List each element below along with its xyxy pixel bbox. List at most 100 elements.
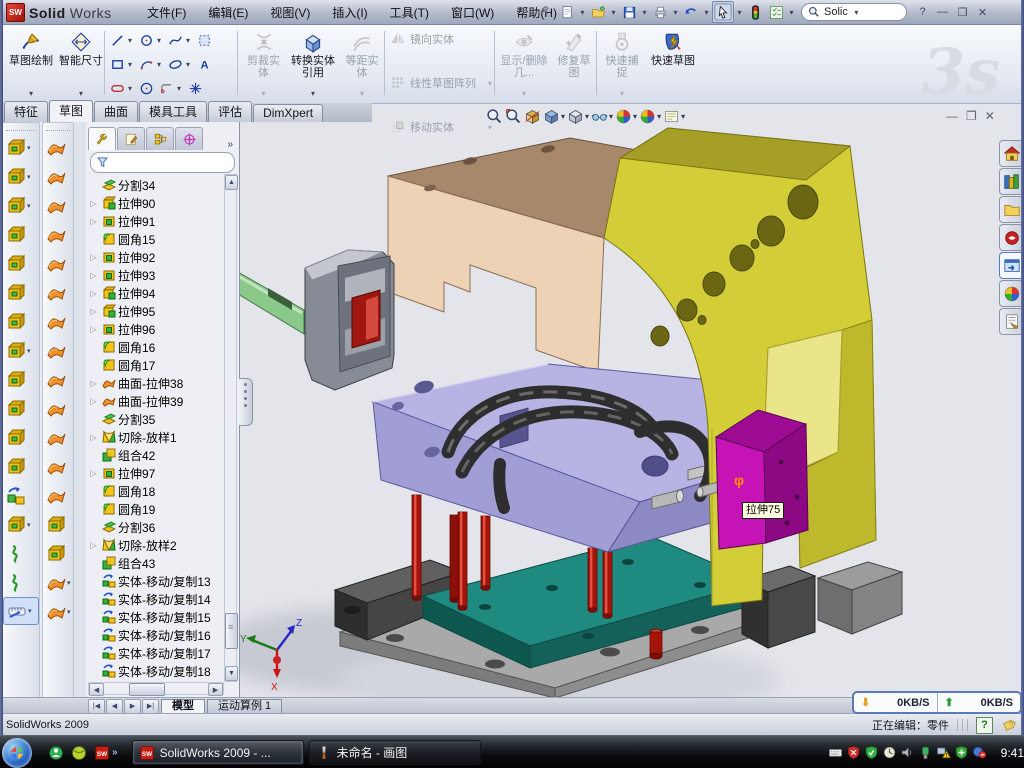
toolbar-grip[interactable] bbox=[46, 124, 70, 131]
doc-minimize-button[interactable]: — bbox=[946, 109, 958, 123]
dropdown-arrow-icon[interactable]: ▾ bbox=[498, 89, 550, 98]
tray-clock-scan-icon[interactable] bbox=[882, 745, 897, 760]
expand-arrow-icon[interactable]: ▷ bbox=[88, 397, 99, 406]
tree-item[interactable]: 分割35 bbox=[88, 410, 224, 428]
toolbar-button-extend-surface[interactable] bbox=[43, 394, 73, 423]
sketch-polygon-tool[interactable] bbox=[137, 79, 156, 98]
view-orientation-button[interactable]: ▾ bbox=[567, 108, 589, 125]
tray-sync-error-icon[interactable] bbox=[972, 745, 987, 760]
expand-arrow-icon[interactable]: ▷ bbox=[88, 379, 99, 388]
window-restore-button[interactable]: ❐ bbox=[954, 4, 971, 20]
next-tab-button[interactable]: ▶ bbox=[124, 699, 141, 714]
window-close-button[interactable]: ✕ bbox=[974, 4, 991, 20]
expand-arrow-icon[interactable]: ▷ bbox=[88, 253, 99, 262]
sketch-rect-tool[interactable] bbox=[108, 55, 127, 74]
tree-item[interactable]: ▷拉伸92 bbox=[88, 248, 224, 266]
prev-tab-button[interactable]: ◀ bbox=[106, 699, 123, 714]
dropdown-arrow-icon[interactable]: ▾ bbox=[681, 112, 685, 121]
toolbar-button-helix[interactable] bbox=[3, 568, 39, 597]
tray-shield-red-icon[interactable] bbox=[846, 745, 861, 760]
dropdown-arrow-icon[interactable]: ▾ bbox=[702, 8, 711, 17]
sketch-ellipse-tool[interactable] bbox=[166, 55, 185, 74]
toolbar-button-revolved-surface[interactable] bbox=[43, 162, 73, 191]
scroll-left-button[interactable]: ◀ bbox=[89, 683, 104, 696]
vertical-scroll-thumb[interactable] bbox=[225, 613, 238, 649]
toolbar-button-combine-bodies[interactable] bbox=[3, 452, 39, 481]
tray-usb-green-icon[interactable] bbox=[918, 745, 933, 760]
search-box[interactable]: Solic▾ bbox=[801, 3, 907, 21]
dropdown-arrow-icon[interactable]: ▾ bbox=[241, 89, 286, 98]
tree-vertical-scrollbar[interactable]: ▲ ▼ bbox=[224, 174, 237, 682]
tree-item[interactable]: ▷拉伸91 bbox=[88, 212, 224, 230]
toolbar-button-linear-pattern[interactable]: ▾ bbox=[3, 336, 39, 365]
undo-icon[interactable] bbox=[681, 2, 701, 22]
dropdown-arrow-icon[interactable]: ▾ bbox=[67, 608, 71, 616]
toolbar-button-sketch[interactable]: 草图绘制▾ bbox=[6, 27, 56, 99]
toolbar-button-shell[interactable] bbox=[3, 423, 39, 452]
sketch-slot-tool[interactable] bbox=[108, 79, 127, 98]
sketch-point-tool[interactable] bbox=[186, 79, 205, 98]
first-tab-button[interactable]: |◀ bbox=[88, 699, 105, 714]
pin-icon[interactable] bbox=[536, 2, 556, 22]
panel-splitter-handle[interactable] bbox=[239, 378, 253, 426]
tree-item[interactable]: ▷拉伸93 bbox=[88, 266, 224, 284]
menu-编辑E[interactable]: 编辑(E) bbox=[197, 1, 259, 24]
toolbar-button-measure-tool[interactable]: ▾ bbox=[3, 597, 39, 625]
sketch-fillet-tool[interactable] bbox=[157, 79, 176, 98]
toolbar-button-move-copy-body[interactable] bbox=[3, 481, 39, 510]
dropdown-arrow-icon[interactable]: ▾ bbox=[27, 173, 31, 181]
dropdown-arrow-icon[interactable]: ▾ bbox=[157, 60, 165, 69]
dropdown-arrow-icon[interactable]: ▾ bbox=[609, 8, 618, 17]
scroll-up-button[interactable]: ▲ bbox=[225, 175, 238, 190]
help-button[interactable]: ? bbox=[914, 4, 931, 20]
featuremanager-tab-dimxpert-manager[interactable] bbox=[175, 127, 203, 150]
toolbar-button-rapid-sketch[interactable]: 快速草图 bbox=[650, 27, 696, 99]
doc-close-button[interactable]: ✕ bbox=[985, 109, 995, 123]
dropdown-arrow-icon[interactable]: ▾ bbox=[186, 36, 194, 45]
select-cursor-icon[interactable] bbox=[712, 1, 734, 23]
search-dropdown-icon[interactable]: ▾ bbox=[852, 8, 861, 17]
tab-曲面[interactable]: 曲面 bbox=[94, 101, 138, 122]
toolbar-button-convert[interactable]: 转换实体引用▾ bbox=[288, 27, 338, 99]
filter-input[interactable] bbox=[113, 156, 217, 170]
menu-文件F[interactable]: 文件(F) bbox=[136, 1, 197, 24]
dropdown-arrow-icon[interactable]: ▾ bbox=[787, 8, 796, 17]
tree-item[interactable]: 圆角15 bbox=[88, 230, 224, 248]
dropdown-arrow-icon[interactable]: ▾ bbox=[288, 89, 338, 98]
zoom-area-button[interactable] bbox=[505, 108, 522, 125]
tray-shield-plus-icon[interactable] bbox=[954, 745, 969, 760]
dropdown-arrow-icon[interactable]: ▾ bbox=[177, 84, 185, 93]
menu-插入I[interactable]: 插入(I) bbox=[321, 1, 378, 24]
expand-arrow-icon[interactable]: ▷ bbox=[88, 217, 99, 226]
sketch-arc-tool[interactable] bbox=[137, 55, 156, 74]
scene-button[interactable]: ▾ bbox=[639, 108, 661, 125]
hide-show-items-button[interactable]: ▾ bbox=[591, 108, 613, 125]
dropdown-arrow-icon[interactable]: ▾ bbox=[28, 607, 32, 615]
expand-arrow-icon[interactable]: ▷ bbox=[88, 289, 99, 298]
toolbar-button-delete-face[interactable] bbox=[43, 510, 73, 539]
toolbar-button-boundary-surface[interactable] bbox=[43, 249, 73, 278]
dropdown-arrow-icon[interactable]: ▾ bbox=[186, 60, 194, 69]
sketch-spline-tool[interactable] bbox=[166, 31, 185, 50]
taskbar-window-paint[interactable]: 未命名 - 画图 bbox=[309, 740, 481, 765]
model-tab-model[interactable]: 模型 bbox=[161, 699, 205, 714]
tree-item[interactable]: ▷切除-放样2 bbox=[88, 536, 224, 554]
expand-arrow-icon[interactable]: ▷ bbox=[88, 469, 99, 478]
quicklaunch-solidworks-icon[interactable]: SW bbox=[94, 745, 110, 761]
tray-speaker-icon[interactable] bbox=[900, 745, 915, 760]
dropdown-arrow-icon[interactable]: ▾ bbox=[609, 112, 613, 121]
tree-item[interactable]: 实体-移动/复制18 bbox=[88, 662, 224, 680]
sketch-line-tool[interactable] bbox=[108, 31, 127, 50]
toolbar-button-smart-dimension[interactable]: 智能尺寸▾ bbox=[58, 27, 104, 99]
last-tab-button[interactable]: ▶| bbox=[142, 699, 159, 714]
toolbar-button-trim-surface[interactable] bbox=[43, 423, 73, 452]
dropdown-arrow-icon[interactable]: ▾ bbox=[27, 347, 31, 355]
featuremanager-tab-configuration-manager[interactable] bbox=[146, 127, 174, 150]
expand-arrow-icon[interactable]: ▷ bbox=[88, 307, 99, 316]
dropdown-arrow-icon[interactable]: ▾ bbox=[67, 579, 71, 587]
new-document-icon[interactable] bbox=[557, 2, 577, 22]
dropdown-arrow-icon[interactable]: ▾ bbox=[671, 8, 680, 17]
toolbar-button-swept-surface[interactable] bbox=[43, 191, 73, 220]
toolbar-button-swept-boss[interactable] bbox=[3, 220, 39, 249]
tree-item[interactable]: ▷拉伸94 bbox=[88, 284, 224, 302]
